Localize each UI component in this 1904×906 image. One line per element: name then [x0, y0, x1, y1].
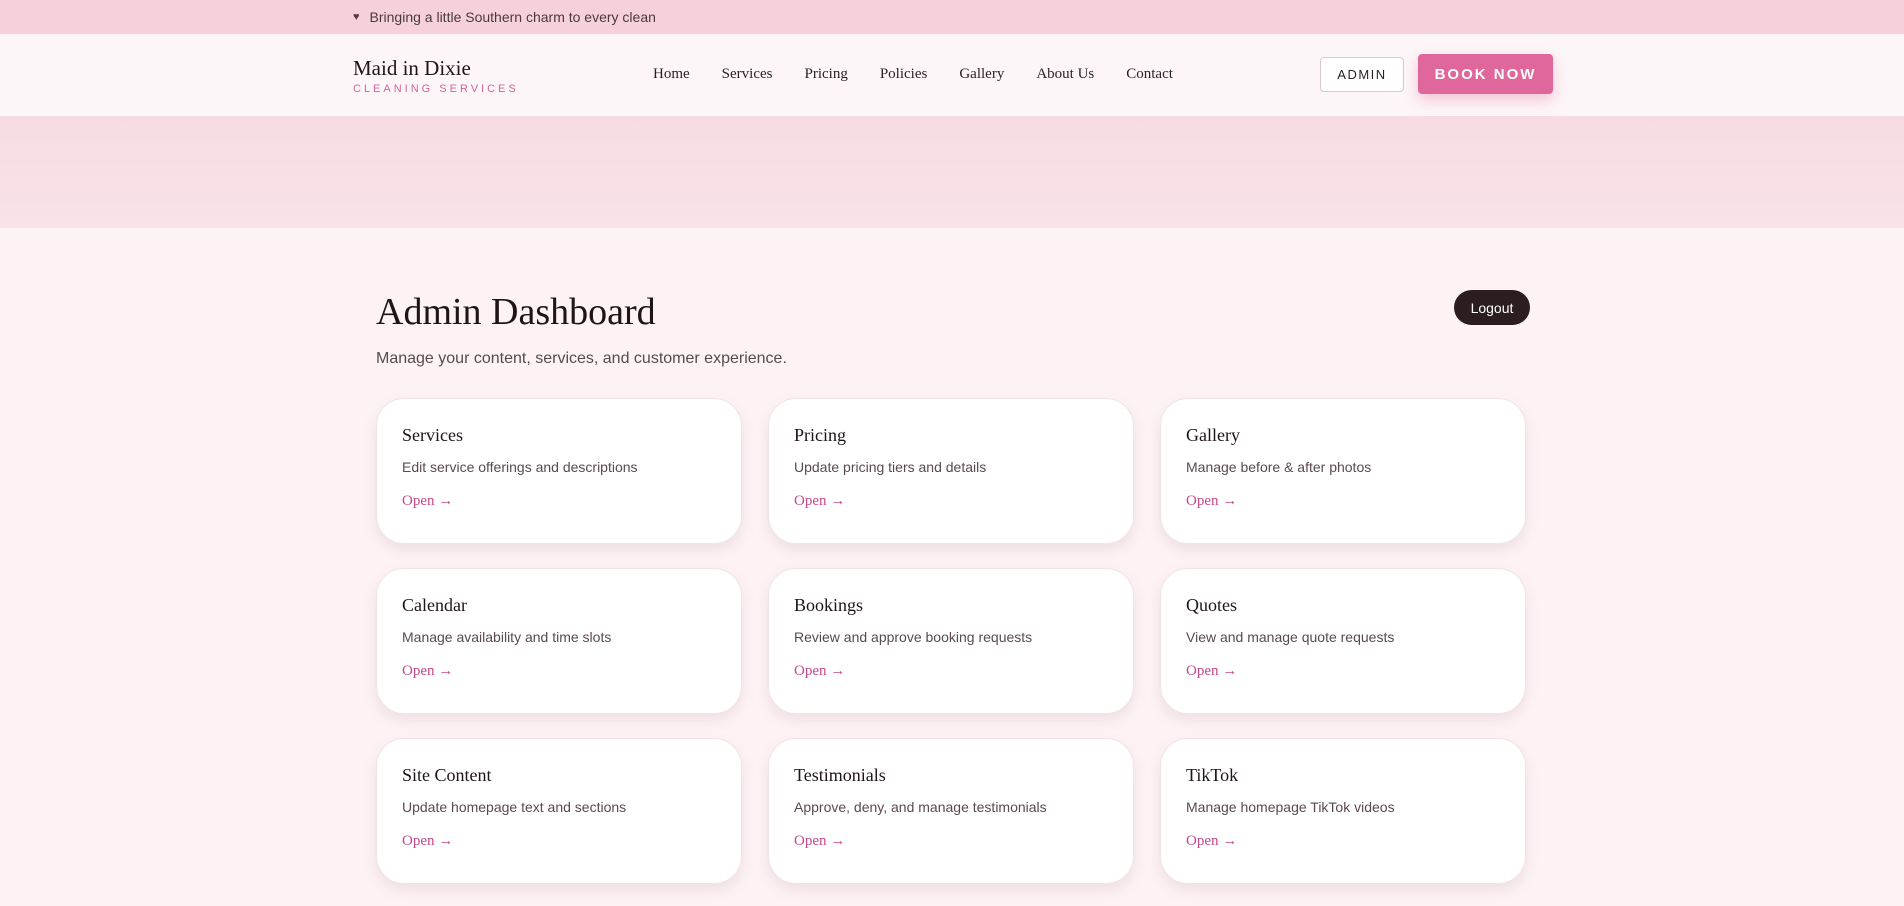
card-title: TikTok: [1186, 765, 1239, 785]
hero-banner: [0, 117, 1904, 228]
nav-contact[interactable]: Contact: [1126, 66, 1173, 83]
brand-name: Maid in Dixie: [353, 56, 471, 80]
announcement-text: Bringing a little Southern charm to ever…: [369, 9, 656, 25]
card-bookings[interactable]: Bookings Review and approve booking requ…: [768, 568, 1134, 714]
card-title: Services: [402, 425, 463, 445]
heart-icon: ♥: [353, 11, 360, 23]
book-now-button[interactable]: BOOK NOW: [1418, 54, 1553, 94]
page-subtitle: Manage your content, services, and custo…: [376, 350, 787, 367]
card-title: Gallery: [1186, 425, 1240, 445]
card-open-link[interactable]: Open →: [794, 493, 845, 510]
logout-button[interactable]: Logout: [1454, 290, 1530, 325]
card-title: Bookings: [794, 595, 864, 615]
card-description: Update pricing tiers and details: [794, 459, 987, 475]
card-description: Edit service offerings and descriptions: [402, 459, 638, 475]
nav-services[interactable]: Services: [722, 66, 773, 83]
nav-home[interactable]: Home: [653, 66, 690, 83]
card-open-link[interactable]: Open →: [1186, 833, 1237, 850]
card-site-content[interactable]: Site Content Update homepage text and se…: [376, 738, 742, 884]
card-pricing[interactable]: Pricing Update pricing tiers and details…: [768, 398, 1134, 544]
nav-pricing[interactable]: Pricing: [805, 66, 848, 83]
card-open-link[interactable]: Open →: [402, 663, 453, 680]
card-open-link[interactable]: Open →: [1186, 493, 1237, 510]
card-title: Calendar: [402, 595, 467, 615]
card-quotes[interactable]: Quotes View and manage quote requests Op…: [1160, 568, 1526, 714]
card-description: View and manage quote requests: [1186, 629, 1395, 645]
site-header: Maid in Dixie CLEANING SERVICES Home Ser…: [0, 34, 1904, 117]
brand-tagline: CLEANING SERVICES: [353, 83, 519, 95]
card-description: Manage before & after photos: [1186, 459, 1372, 475]
card-open-link[interactable]: Open →: [402, 833, 453, 850]
card-description: Approve, deny, and manage testimonials: [794, 799, 1047, 815]
card-open-link[interactable]: Open →: [402, 493, 453, 510]
card-services[interactable]: Services Edit service offerings and desc…: [376, 398, 742, 544]
card-title: Quotes: [1186, 595, 1237, 615]
card-title: Pricing: [794, 425, 846, 445]
card-description: Manage homepage TikTok videos: [1186, 799, 1395, 815]
brand-logo[interactable]: Maid in Dixie CLEANING SERVICES: [353, 56, 519, 95]
main-nav: Home Services Pricing Policies Gallery A…: [653, 66, 1205, 83]
card-testimonials[interactable]: Testimonials Approve, deny, and manage t…: [768, 738, 1134, 884]
card-open-link[interactable]: Open →: [794, 833, 845, 850]
card-description: Update homepage text and sections: [402, 799, 627, 815]
page-title: Admin Dashboard: [376, 291, 656, 333]
dashboard-grid: Services Edit service offerings and desc…: [376, 398, 1530, 884]
nav-about-us[interactable]: About Us: [1036, 66, 1094, 83]
dashboard-main: Admin Dashboard Logout Manage your conte…: [0, 228, 1904, 884]
card-open-link[interactable]: Open →: [1186, 663, 1237, 680]
admin-button[interactable]: ADMIN: [1320, 57, 1404, 92]
card-description: Manage availability and time slots: [402, 629, 612, 645]
nav-policies[interactable]: Policies: [880, 66, 928, 83]
card-title: Testimonials: [794, 765, 886, 785]
card-calendar[interactable]: Calendar Manage availability and time sl…: [376, 568, 742, 714]
card-title: Site Content: [402, 765, 492, 785]
announcement-bar: ♥ Bringing a little Southern charm to ev…: [0, 0, 1904, 34]
card-open-link[interactable]: Open →: [794, 663, 845, 680]
card-tiktok[interactable]: TikTok Manage homepage TikTok videos Ope…: [1160, 738, 1526, 884]
nav-gallery[interactable]: Gallery: [959, 66, 1004, 83]
card-description: Review and approve booking requests: [794, 629, 1033, 645]
card-gallery[interactable]: Gallery Manage before & after photos Ope…: [1160, 398, 1526, 544]
